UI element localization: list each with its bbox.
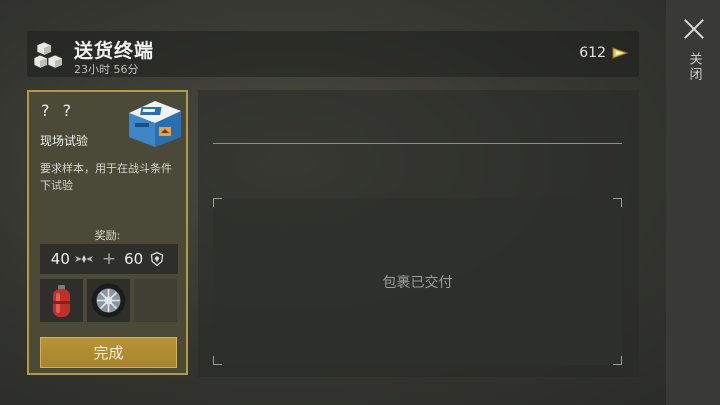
currency-value: 612 <box>579 45 606 61</box>
coin-icon <box>612 47 629 59</box>
complete-button[interactable]: 完成 <box>40 337 177 368</box>
boxes-icon <box>34 41 63 69</box>
reward-item-gas-canister[interactable] <box>40 279 83 322</box>
close-icon[interactable] <box>683 18 705 40</box>
task-card[interactable]: ? ? 现场试验 要求样本，用于在战斗条件下试验 奖励: 40 + 60 完成 <box>27 90 188 375</box>
reward-items <box>40 279 177 322</box>
plus-sign: + <box>101 249 117 269</box>
delivery-drop-area: 包裹已交付 <box>213 198 622 365</box>
close-button[interactable]: 关闭 <box>674 18 714 88</box>
page-title: 送货终端 <box>74 40 155 62</box>
reward-item-wheel[interactable] <box>87 279 130 322</box>
crate-icon <box>129 101 181 147</box>
reward-xp-value: 40 <box>50 250 70 268</box>
task-title: 现场试验 <box>40 134 89 148</box>
close-label[interactable]: 关闭 <box>685 52 704 82</box>
corner-bracket <box>613 356 622 365</box>
corner-bracket <box>213 356 222 365</box>
divider <box>213 143 622 144</box>
wheel-icon <box>91 283 126 318</box>
currency-display: 612 <box>579 45 629 61</box>
delivery-status: 包裹已交付 <box>382 275 453 291</box>
gas-canister-icon <box>53 285 70 317</box>
corner-bracket <box>613 198 622 207</box>
corner-bracket <box>213 198 222 207</box>
reward-item-empty-slot <box>134 279 177 322</box>
reward-label: 奖励: <box>94 229 121 242</box>
unknown-marks: ? ? <box>41 101 76 120</box>
reward-rep-value: 60 <box>124 250 144 268</box>
delivery-panel: 包裹已交付 <box>198 90 639 377</box>
shield-icon <box>150 251 164 267</box>
reward-row: 40 + 60 <box>40 244 178 274</box>
task-description: 要求样本，用于在战斗条件下试验 <box>40 162 172 192</box>
wings-icon <box>74 255 93 263</box>
header-bar: 送货终端 23小时 56分 612 <box>27 31 639 77</box>
timer-text: 23小时 56分 <box>74 63 139 76</box>
